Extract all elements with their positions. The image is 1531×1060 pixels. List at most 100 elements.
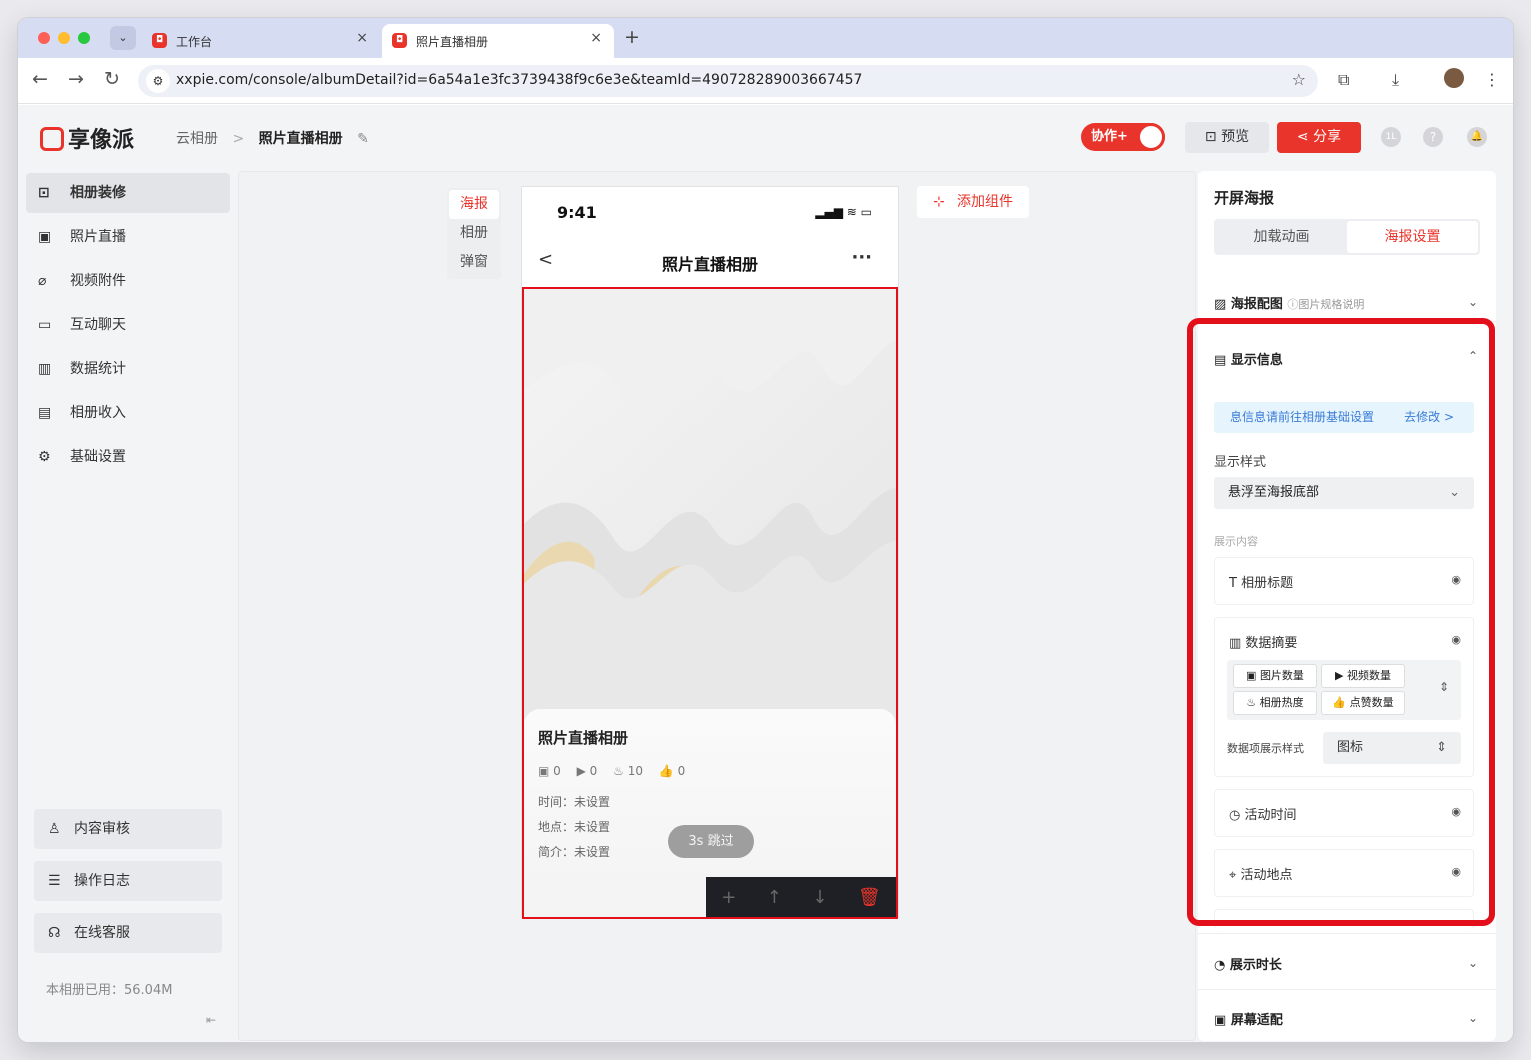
- tab-poster-settings[interactable]: 海报设置: [1347, 221, 1478, 253]
- brand-logo[interactable]: 享像派: [40, 122, 134, 154]
- tab-search-button[interactable]: ⌄: [110, 26, 136, 50]
- share-label: 分享: [1313, 129, 1342, 145]
- site-settings-icon[interactable]: ⚙: [146, 69, 170, 93]
- tab-loading-animation[interactable]: 加载动画: [1216, 221, 1347, 253]
- display-info-section[interactable]: ▤ 显示信息: [1214, 349, 1283, 368]
- preview-button[interactable]: ⊡ 预览: [1185, 122, 1269, 153]
- profile-avatar[interactable]: [1444, 68, 1464, 88]
- skip-button[interactable]: 3s 跳过: [668, 825, 754, 858]
- chevron-down-icon[interactable]: ⌄: [1468, 956, 1478, 970]
- eye-icon[interactable]: ◉: [1451, 633, 1461, 646]
- phone-preview: 9:41 ▂▄▆ ≋ ▭ < 照片直播相册 ··· 照片直播相册 ▣ 0 ▶ 0…: [521, 186, 899, 919]
- chip-album-heat[interactable]: ♨ 相册热度: [1233, 691, 1317, 715]
- screen-fit-section[interactable]: ▣ 屏幕适配: [1214, 1009, 1283, 1028]
- status-icons: ▂▄▆ ≋ ▭: [815, 205, 872, 219]
- breadcrumb-separator: >: [232, 131, 245, 147]
- chip-like-count[interactable]: 👍 点赞数量: [1321, 691, 1405, 715]
- sidebar: ⊡ 相册装修 ▣ 照片直播 ⌀ 视频附件 ▭ 互动聊天 ▥ 数据统计 ▤ 相册收入 ⚙ 基础设…: [26, 173, 230, 481]
- sidebar-item-income[interactable]: ▤ 相册收入: [26, 393, 230, 433]
- more-icon[interactable]: ···: [851, 247, 872, 268]
- sidebar-item-decoration[interactable]: ⊡ 相册装修: [26, 173, 230, 213]
- chevron-up-icon[interactable]: ⌃: [1468, 349, 1478, 363]
- display-duration-section[interactable]: ◔ 展示时长: [1214, 954, 1282, 973]
- chip-video-count[interactable]: ▶ 视频数量: [1321, 664, 1405, 688]
- eye-icon[interactable]: ◉: [1451, 805, 1461, 818]
- forward-button[interactable]: →: [68, 68, 84, 90]
- chevron-down-icon[interactable]: ⌄: [1468, 295, 1478, 309]
- share-button[interactable]: ⋖ 分享: [1277, 122, 1361, 153]
- tab-album[interactable]: 相册: [449, 219, 499, 248]
- content-review-button[interactable]: ♙ 内容审核: [34, 809, 222, 849]
- item-label: T 相册标题: [1229, 572, 1293, 591]
- move-down-icon[interactable]: ↓: [812, 887, 827, 908]
- list-icon: ☰: [48, 873, 61, 889]
- delete-icon[interactable]: 🗑: [858, 887, 881, 908]
- chart-icon: ▥: [38, 361, 52, 377]
- sidebar-item-label: 相册装修: [70, 185, 126, 201]
- collaborate-button[interactable]: 协作+: [1081, 123, 1165, 151]
- new-tab-button[interactable]: +: [624, 26, 640, 48]
- reload-button[interactable]: ↻: [104, 68, 120, 90]
- bookmark-star-icon[interactable]: ☆: [1292, 70, 1306, 89]
- user-badge[interactable]: 1L: [1381, 127, 1401, 147]
- eye-icon[interactable]: ◉: [1451, 865, 1461, 878]
- edit-title-icon[interactable]: ✎: [357, 131, 369, 147]
- tab-album[interactable]: ◘ 照片直播相册 ×: [382, 24, 614, 58]
- move-up-icon[interactable]: ↑: [767, 887, 782, 908]
- data-style-select[interactable]: 图标 ⇕: [1323, 732, 1461, 764]
- sidebar-item-stats[interactable]: ▥ 数据统计: [26, 349, 230, 389]
- sidebar-item-settings[interactable]: ⚙ 基础设置: [26, 437, 230, 477]
- download-icon[interactable]: ⤓: [1392, 70, 1399, 90]
- tab-popup[interactable]: 弹窗: [449, 248, 499, 277]
- sidebar-item-label: 互动聊天: [70, 317, 126, 333]
- close-tab-icon[interactable]: ×: [590, 30, 602, 46]
- url-field[interactable]: ⚙ xxpie.com/console/albumDetail?id=6a54a…: [138, 65, 1318, 97]
- back-button[interactable]: ←: [32, 68, 48, 90]
- online-support-button[interactable]: ☊ 在线客服: [34, 913, 222, 953]
- add-component-button[interactable]: ⊹ 添加组件: [917, 186, 1029, 218]
- help-icon[interactable]: ?: [1423, 127, 1443, 147]
- content-item-data-summary[interactable]: ▥ 数据摘要 ◉ ▣ 图片数量 ▶ 视频数量 ♨ 相册热度 👍 点赞数量 ⇕ 数…: [1214, 617, 1474, 777]
- extensions-icon[interactable]: ⧉: [1338, 70, 1349, 90]
- sidebar-item-video[interactable]: ⌀ 视频附件: [26, 261, 230, 301]
- content-item-clipped: [1214, 909, 1474, 929]
- chip-photo-count[interactable]: ▣ 图片数量: [1233, 664, 1317, 688]
- content-item-album-title[interactable]: T 相册标题 ◉: [1214, 557, 1474, 605]
- sidebar-item-photo-live[interactable]: ▣ 照片直播: [26, 217, 230, 257]
- status-time: 9:41: [557, 203, 597, 222]
- sidebar-item-chat[interactable]: ▭ 互动聊天: [26, 305, 230, 345]
- image-spec-link[interactable]: ⓘ图片规格说明: [1287, 298, 1364, 311]
- image-icon: ▣: [1246, 669, 1260, 682]
- operation-log-button[interactable]: ☰ 操作日志: [34, 861, 222, 901]
- xxpie-favicon: ◘: [152, 33, 167, 48]
- url-text[interactable]: xxpie.com/console/albumDetail?id=6a54a1e…: [176, 72, 862, 88]
- wallet-icon: ▤: [38, 405, 52, 421]
- content-item-event-place[interactable]: ⌖ 活动地点 ◉: [1214, 849, 1474, 897]
- zoom-window-button[interactable]: [78, 32, 90, 44]
- content-item-event-time[interactable]: ◷ 活动时间 ◉: [1214, 789, 1474, 837]
- display-style-select[interactable]: 悬浮至海报底部 ⌄: [1214, 477, 1474, 509]
- collapse-sidebar-icon[interactable]: ⇤: [206, 1013, 216, 1027]
- breadcrumb-root[interactable]: 云相册: [176, 131, 218, 147]
- eye-icon[interactable]: ◉: [1451, 573, 1461, 586]
- card-place: 地点：未设置: [538, 820, 611, 834]
- chevron-down-icon[interactable]: ⌄: [1468, 1011, 1478, 1025]
- collab-avatar-icon: [1137, 123, 1165, 151]
- info-notice: 息信息请前往相册基础设置 去修改 >: [1214, 402, 1474, 433]
- item-label: ▥ 数据摘要: [1229, 632, 1297, 651]
- close-window-button[interactable]: [38, 32, 50, 44]
- text-icon: T: [1229, 576, 1242, 591]
- tab-poster[interactable]: 海报: [449, 190, 499, 219]
- minimize-window-button[interactable]: [58, 32, 70, 44]
- component-toolbar: + ↑ ↓ 🗑: [706, 877, 896, 917]
- add-icon[interactable]: +: [721, 887, 736, 908]
- browser-menu-icon[interactable]: ⋮: [1484, 70, 1500, 89]
- go-edit-link[interactable]: 去修改 >: [1404, 402, 1454, 433]
- poster-image-section[interactable]: ▨ 海报配图 ⓘ图片规格说明: [1214, 293, 1364, 312]
- play-icon: ▶: [1335, 669, 1347, 682]
- bell-icon[interactable]: 🔔: [1467, 127, 1487, 147]
- sort-arrows-icon[interactable]: ⇕: [1439, 680, 1449, 694]
- close-tab-icon[interactable]: ×: [356, 30, 368, 46]
- poster-component[interactable]: 照片直播相册 ▣ 0 ▶ 0 ♨ 10 👍 0 时间：未设置 地点：未设置 简介…: [522, 287, 898, 919]
- tab-workbench[interactable]: ◘ 工作台 ×: [142, 24, 380, 58]
